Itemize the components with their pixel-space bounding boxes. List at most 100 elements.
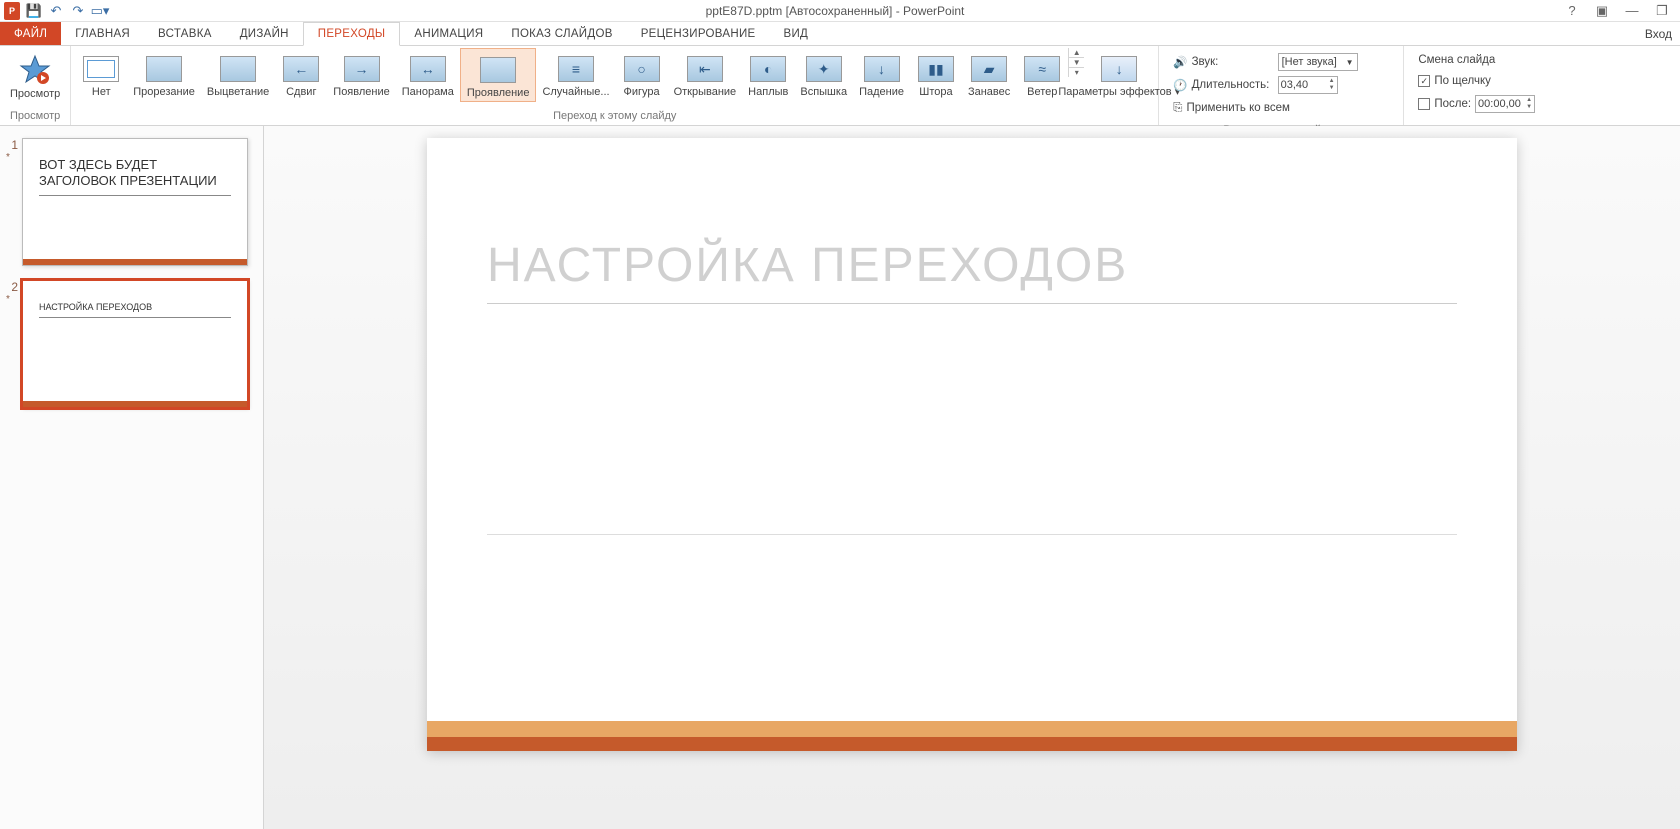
thumb-row-2: 2 * НАСТРОЙКА ПЕРЕХОДОВ <box>0 276 263 418</box>
transition-label: Штора <box>919 86 952 98</box>
transition-label: Открывание <box>674 86 737 98</box>
transition-label: Фигура <box>623 86 659 98</box>
transition-сдвиг[interactable]: ← Сдвиг <box>275 48 327 102</box>
preview-star-icon <box>19 54 51 86</box>
tab-slideshow[interactable]: ПОКАЗ СЛАЙДОВ <box>497 22 626 45</box>
restore-icon[interactable]: ❐ <box>1652 3 1672 19</box>
transition-штора[interactable]: ▮▮ Штора <box>910 48 962 102</box>
group-transitions-label: Переход к этому слайду <box>75 108 1154 125</box>
slide-title[interactable]: НАСТРОЙКА ПЕРЕХОДОВ <box>487 238 1457 304</box>
slide-thumbnail-1[interactable]: ВОТ ЗДЕСЬ БУДЕТ ЗАГОЛОВОК ПРЕЗЕНТАЦИИ <box>22 138 248 266</box>
transition-indicator-icon: * <box>6 294 22 305</box>
transition-icon: ○ <box>622 54 662 84</box>
tab-view[interactable]: ВИД <box>770 22 823 45</box>
undo-icon[interactable]: ↶ <box>48 3 64 19</box>
slideshow-icon[interactable]: ▭▾ <box>92 3 108 19</box>
signin-link[interactable]: Вход <box>1645 22 1680 45</box>
group-transitions: НетПрорезаниеВыцветание←Сдвиг→Появление↔… <box>71 46 1159 125</box>
transition-icon: ↓ <box>862 54 902 84</box>
transition-icon: ≡ <box>556 54 596 84</box>
transition-нет[interactable]: Нет <box>75 48 127 102</box>
thumb-accent <box>23 259 247 265</box>
transition-появление[interactable]: →Появление <box>327 48 395 102</box>
transition-icon: ← <box>281 54 321 84</box>
ribbon-display-icon[interactable]: ▣ <box>1592 3 1612 19</box>
ribbon: Просмотр Просмотр НетПрорезаниеВыцветани… <box>0 46 1680 126</box>
thumb-number: 1 <box>6 138 22 152</box>
transition-занавес[interactable]: ▰ Занавес <box>962 48 1016 102</box>
transition-label: Появление <box>333 86 389 98</box>
on-click-label: По щелчку <box>1434 75 1491 87</box>
transition-наплыв[interactable]: ◐Наплыв <box>742 48 794 102</box>
tab-animation[interactable]: АНИМАЦИЯ <box>400 22 497 45</box>
slide-thumbnail-2[interactable]: НАСТРОЙКА ПЕРЕХОДОВ <box>22 280 248 408</box>
apply-all-label: Применить ко всем <box>1186 102 1289 114</box>
transition-открывание[interactable]: ⇤Открывание <box>668 48 743 102</box>
gallery-more-icon[interactable]: ▾ <box>1069 68 1084 77</box>
after-label: После: <box>1434 98 1471 110</box>
tab-design[interactable]: ДИЗАЙН <box>226 22 303 45</box>
slide-canvas[interactable]: НАСТРОЙКА ПЕРЕХОДОВ <box>427 138 1517 751</box>
group-advance: Смена слайда ✓ По щелчку После: 00:00,00… <box>1404 46 1549 125</box>
transition-прорезание[interactable]: Прорезание <box>127 48 201 102</box>
app-icon[interactable]: P <box>4 3 20 19</box>
transition-icon: ↔ <box>408 54 448 84</box>
redo-icon[interactable]: ↷ <box>70 3 86 19</box>
window-title: pptE87D.pptm [Автосохраненный] - PowerPo… <box>108 4 1562 18</box>
transition-label: Занавес <box>968 86 1010 98</box>
transition-проявление[interactable]: Проявление <box>460 48 537 102</box>
after-input[interactable]: 00:00,00 ▲▼ <box>1475 95 1535 113</box>
minimize-icon[interactable]: — <box>1622 3 1642 18</box>
transition-случайные[interactable]: ≡ Случайные... <box>536 48 615 102</box>
transition-выцветание[interactable]: Выцветание <box>201 48 275 102</box>
transition-icon <box>218 54 258 84</box>
tab-review[interactable]: РЕЦЕНЗИРОВАНИЕ <box>627 22 770 45</box>
transition-label: Сдвиг <box>286 86 316 98</box>
duration-label: Длительность: <box>1192 79 1274 91</box>
effect-options-button[interactable]: ↓ Параметры эффектов ▾ <box>1084 48 1154 100</box>
help-icon[interactable]: ? <box>1562 3 1582 18</box>
on-click-checkbox[interactable]: ✓ <box>1418 75 1430 87</box>
slide-editor[interactable]: НАСТРОЙКА ПЕРЕХОДОВ <box>264 126 1680 829</box>
slide-accent-bar-2 <box>427 737 1517 751</box>
slide-thumbnails-panel: 1 * ВОТ ЗДЕСЬ БУДЕТ ЗАГОЛОВОК ПРЕЗЕНТАЦИ… <box>0 126 264 829</box>
apply-all-button[interactable]: ⎘ Применить ко всем <box>1173 98 1290 118</box>
sound-label: Звук: <box>1192 56 1274 68</box>
preview-button[interactable]: Просмотр <box>4 48 66 102</box>
duration-input[interactable]: 03,40 ▲▼ <box>1278 76 1338 94</box>
tab-transitions[interactable]: ПЕРЕХОДЫ <box>303 22 401 46</box>
apply-all-icon: ⎘ <box>1173 102 1182 115</box>
transition-icon: ✦ <box>804 54 844 84</box>
thumb-title: ВОТ ЗДЕСЬ БУДЕТ ЗАГОЛОВОК ПРЕЗЕНТАЦИИ <box>39 157 231 196</box>
transition-icon: ▮▮ <box>916 54 956 84</box>
thumb-number: 2 <box>6 280 22 294</box>
transition-icon: ≈ <box>1022 54 1062 84</box>
gallery-down-icon[interactable]: ▼ <box>1069 58 1084 68</box>
thumb-accent <box>23 401 247 407</box>
transition-панорама[interactable]: ↔ Панорама <box>396 48 460 102</box>
transition-фигура[interactable]: ○ Фигура <box>616 48 668 102</box>
transition-icon: ▰ <box>969 54 1009 84</box>
transition-вспышка[interactable]: ✦Вспышка <box>794 48 853 102</box>
sound-select[interactable]: [Нет звука]▼ <box>1278 53 1358 71</box>
save-icon[interactable]: 💾 <box>26 3 42 19</box>
after-value: 00:00,00 <box>1478 98 1526 110</box>
transition-icon: ◐ <box>748 54 788 84</box>
transition-icon <box>478 55 518 85</box>
tab-insert[interactable]: ВСТАВКА <box>144 22 226 45</box>
transition-label: Ветер <box>1027 86 1057 98</box>
tab-file[interactable]: ФАЙЛ <box>0 22 61 45</box>
transition-label: Падение <box>859 86 904 98</box>
transition-label: Нет <box>92 86 111 98</box>
thumb-title: НАСТРОЙКА ПЕРЕХОДОВ <box>39 299 231 318</box>
body-placeholder-line <box>487 534 1457 535</box>
transition-падение[interactable]: ↓ Падение <box>853 48 910 102</box>
title-bar: P 💾 ↶ ↷ ▭▾ pptE87D.pptm [Автосохраненный… <box>0 0 1680 22</box>
gallery-up-icon[interactable]: ▲ <box>1069 48 1084 58</box>
duration-icon: 🕐 <box>1173 78 1187 92</box>
tab-home[interactable]: ГЛАВНАЯ <box>61 22 144 45</box>
after-checkbox[interactable] <box>1418 98 1430 110</box>
transition-label: Панорама <box>402 86 454 98</box>
group-timing-left: 🔊 Звук: [Нет звука]▼ 🕐 Длительность: 03,… <box>1159 46 1404 125</box>
transition-label: Случайные... <box>542 86 609 98</box>
